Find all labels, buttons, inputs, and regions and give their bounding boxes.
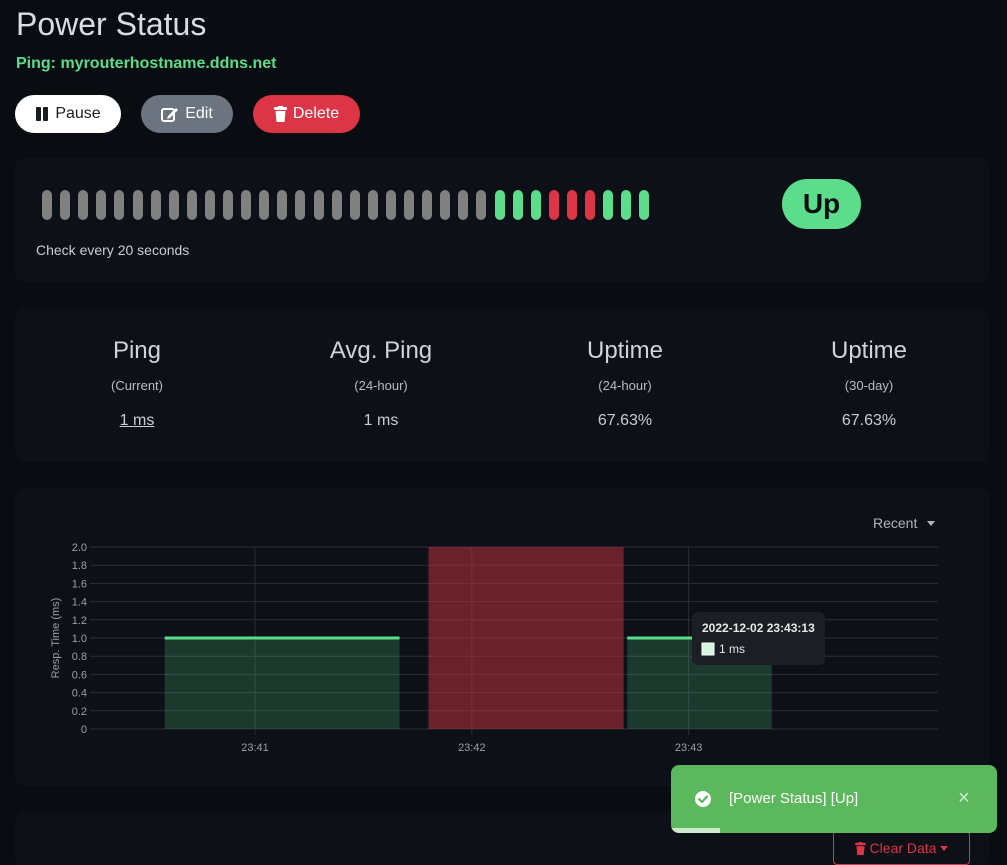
stat-value: 1 ms (363, 412, 399, 429)
heartbeat-beat-empty (440, 190, 451, 220)
y-tick-label: 0.2 (72, 706, 87, 718)
heartbeat-bar (39, 190, 659, 220)
heartbeat-beat-down (566, 190, 577, 220)
stat-uptime-24h: Uptime (24-hour) 67.63% (503, 337, 747, 430)
heartbeat-beat-empty (96, 190, 107, 220)
heartbeat-beat-up (639, 190, 650, 220)
delete-button[interactable]: Delete (253, 95, 360, 133)
stat-title: Uptime (586, 337, 664, 364)
heartbeat-beat-empty (259, 190, 270, 220)
heartbeat-beat-empty (331, 190, 342, 220)
toast-notification[interactable]: [Power Status] [Up] × (671, 765, 997, 833)
chart-card: Recent 0 0.2 0.4 0.6 0.8 1.0 1.2 1.4 1.6 1.8 2.0 23… (15, 488, 989, 786)
y-tick-label: 0.4 (72, 688, 87, 700)
stat-title: Ping (112, 337, 162, 364)
close-icon[interactable]: × (958, 787, 970, 810)
stat-subtitle: (24-hour) (598, 378, 652, 393)
y-tick-label: 1.4 (72, 597, 87, 609)
stat-title: Uptime (830, 337, 908, 364)
x-tick-label: 23:43 (675, 742, 703, 754)
tooltip-swatch (701, 642, 715, 656)
toast-progress-bar (671, 828, 720, 833)
heartbeat-beat-empty (114, 190, 125, 220)
check-interval: Check every 20 seconds (36, 242, 190, 258)
heartbeat-beat-empty (223, 190, 233, 220)
stat-ping-current: Ping (Current) 1 ms (15, 337, 259, 430)
heartbeat-beat-up (512, 190, 523, 220)
status-badge: Up (782, 179, 861, 229)
edit-button[interactable]: Edit (141, 95, 233, 133)
heartbeat-beat-empty (186, 190, 197, 220)
y-tick-label: 0.8 (72, 651, 87, 663)
y-tick-label: 1.6 (72, 578, 87, 590)
heartbeat-beat-empty (241, 190, 252, 220)
stat-value: 67.63% (841, 412, 897, 429)
trash-icon (273, 106, 287, 122)
heartbeat-beat-empty (78, 190, 89, 220)
heartbeat-beat-empty (476, 190, 487, 220)
heartbeat-beat-empty (367, 190, 378, 220)
y-tick-label: 0.6 (72, 669, 87, 681)
ping-target: Ping: myrouterhostname.ddns.net (16, 55, 277, 72)
clear-data-label: Clear Data (869, 840, 937, 856)
heartbeat-beat-down (585, 190, 595, 220)
edit-icon (161, 108, 179, 122)
y-tick-label: 0 (81, 724, 87, 736)
heartbeat-card: Check every 20 seconds Up (15, 158, 989, 282)
pause-icon (36, 107, 49, 121)
heartbeat-beat-empty (132, 190, 143, 220)
heartbeat-beat-empty (60, 190, 71, 220)
stat-subtitle: (Current) (110, 378, 163, 393)
pause-button[interactable]: Pause (15, 95, 121, 133)
tooltip-title: 2022-12-02 23:43:13 (702, 621, 815, 635)
heartbeat-beat-empty (295, 190, 306, 220)
downtime-region (428, 547, 624, 729)
heartbeat-beat-empty (313, 190, 324, 220)
stats-card: Ping (Current) 1 ms Avg. Ping (24-hour) … (15, 307, 989, 462)
check-circle-icon (695, 791, 711, 807)
chart-tooltip: 2022-12-02 23:43:13 1 ms (692, 612, 825, 665)
heartbeat-beat-empty (458, 190, 469, 220)
edit-label: Edit (185, 105, 213, 122)
x-tick-label: 23:41 (241, 742, 269, 754)
heartbeat-beat-up (621, 190, 632, 220)
stat-subtitle: (30-day) (844, 378, 894, 393)
trash-icon (854, 841, 866, 855)
response-area (164, 638, 400, 729)
heartbeat-beat-empty (204, 190, 215, 220)
heartbeat-beat-up (530, 190, 541, 220)
heartbeat-beat-empty (404, 190, 414, 220)
stat-title: Avg. Ping (329, 337, 433, 364)
stat-avg-ping: Avg. Ping (24-hour) 1 ms (259, 337, 503, 430)
x-tick-label: 23:42 (458, 742, 486, 754)
y-tick-label: 1.8 (72, 560, 87, 572)
page-title: Power Status (16, 6, 207, 42)
toast-message: [Power Status] [Up] (729, 790, 859, 807)
heartbeat-beat-down (548, 190, 559, 220)
heartbeat-beat-empty (150, 190, 161, 220)
stat-value: 67.63% (597, 412, 653, 429)
stat-uptime-30d: Uptime (30-day) 67.63% (747, 337, 991, 430)
pause-label: Pause (55, 105, 101, 122)
heartbeat-beat-up (603, 190, 614, 220)
caret-down-icon (940, 845, 949, 851)
heartbeat-beat-empty (42, 190, 52, 220)
stat-subtitle: (24-hour) (354, 378, 408, 393)
heartbeat-beat-empty (385, 190, 396, 220)
stat-value-link[interactable]: 1 ms (15, 412, 259, 430)
delete-label: Delete (292, 105, 340, 122)
heartbeat-beat-up (494, 190, 505, 220)
y-axis-label: Resp. Time (ms) (50, 598, 62, 679)
heartbeat-beat-empty (168, 190, 179, 220)
heartbeat-beat-empty (277, 190, 288, 220)
y-tick-label: 1.0 (72, 633, 87, 645)
response-time-chart: 0 0.2 0.4 0.6 0.8 1.0 1.2 1.4 1.6 1.8 2.0 23:41 23:4… (50, 542, 938, 754)
heartbeat-beat-empty (349, 190, 360, 220)
tooltip-background (692, 612, 825, 665)
tooltip-value: 1 ms (719, 642, 745, 656)
y-tick-label: 1.2 (72, 615, 87, 627)
clear-data-button[interactable]: Clear Data (833, 831, 970, 865)
y-tick-label: 2.0 (72, 542, 87, 554)
heartbeat-beat-empty (422, 190, 433, 220)
